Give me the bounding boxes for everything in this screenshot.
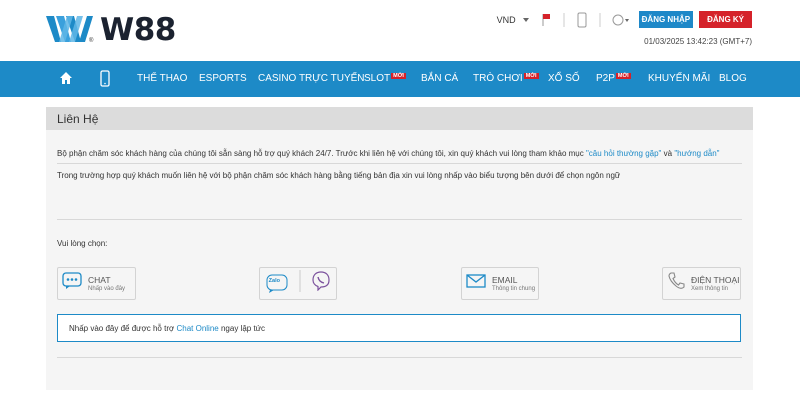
faq-link[interactable]: "câu hỏi thường gặp" bbox=[586, 149, 661, 158]
phone-option-title: ĐIỆN THOẠI bbox=[691, 275, 740, 285]
mobile-icon[interactable] bbox=[575, 12, 589, 28]
page-title: Liên Hệ bbox=[46, 107, 753, 130]
chat-prompt-text: Nhấp vào đây để được hỗ trợ bbox=[69, 323, 175, 333]
nav-item-label: TRÒ CHƠI bbox=[473, 73, 523, 84]
divider-icon bbox=[593, 12, 607, 28]
divider-icon bbox=[299, 270, 301, 297]
currency-value: VND bbox=[496, 14, 516, 25]
chat-option[interactable]: CHAT Nhấp vào đây bbox=[57, 267, 136, 300]
new-badge: MỚI bbox=[615, 73, 631, 79]
server-datetime: 01/03/2025 13:42:23 (GMT+7) bbox=[644, 37, 752, 46]
chat-option-title: CHAT bbox=[88, 275, 111, 285]
envelope-icon bbox=[466, 273, 486, 294]
chat-option-sub: Nhấp vào đây bbox=[88, 286, 126, 292]
choose-label: Vui lòng chọn: bbox=[57, 239, 108, 248]
nav-item-fishing[interactable]: BẮN CÁ bbox=[421, 73, 458, 84]
zalo-viber-option[interactable]: Zalo bbox=[259, 267, 337, 300]
email-option-sub: Thông tin chung bbox=[492, 286, 536, 292]
nav-item-slot[interactable]: SLOT MỚI bbox=[364, 73, 406, 84]
chat-online-link[interactable]: Chat Online bbox=[176, 324, 218, 333]
login-button[interactable]: ĐĂNG NHẬP bbox=[638, 11, 694, 28]
chat-bubble-icon bbox=[62, 272, 82, 295]
intro-text-part: Bộ phận chăm sóc khách hàng của chúng tô… bbox=[57, 149, 586, 158]
email-option-title: EMAIL bbox=[492, 275, 518, 285]
divider-icon bbox=[557, 12, 571, 28]
chat-prompt-text-end: ngay lập tức bbox=[220, 323, 266, 333]
logo[interactable]: ® W88 bbox=[46, 12, 176, 48]
register-button[interactable]: ĐĂNG KÝ bbox=[699, 11, 752, 28]
chevron-down-icon bbox=[522, 17, 529, 22]
chat-online-prompt[interactable]: Nhấp vào đây để được hỗ trợ Chat Online … bbox=[57, 314, 741, 342]
new-badge: MỚI bbox=[523, 73, 539, 79]
language-flag-icon[interactable] bbox=[539, 12, 553, 28]
phone-option[interactable]: ĐIỆN THOẠI Xem thông tin bbox=[662, 267, 741, 300]
currency-select[interactable]: VND bbox=[497, 15, 529, 25]
phone-option-sub: Xem thông tin bbox=[691, 286, 729, 292]
main-nav: THỂ THAO ESPORTS CASINO TRỰC TUYẾN SLOT M… bbox=[0, 61, 800, 97]
language-globe-icon[interactable] bbox=[611, 12, 631, 28]
divider bbox=[57, 357, 742, 358]
intro-text: Bộ phận chăm sóc khách hàng của chúng tô… bbox=[46, 149, 720, 158]
nav-item-label: P2P bbox=[596, 73, 615, 84]
nav-item-casino[interactable]: CASINO TRỰC TUYẾN bbox=[258, 73, 365, 84]
phone-icon bbox=[667, 271, 685, 296]
nav-item-p2p[interactable]: P2P MỚI bbox=[596, 73, 631, 84]
contact-panel: Liên Hệ Bộ phận chăm sóc khách hàng của … bbox=[46, 107, 753, 390]
site-header: ® W88 VND ĐĂNG NHẬP ĐĂNG KÝ 01/03/2025 1… bbox=[0, 0, 800, 61]
divider bbox=[57, 219, 742, 220]
w88-logo-icon: ® bbox=[46, 12, 94, 48]
home-icon[interactable] bbox=[59, 71, 73, 90]
nav-item-label: SLOT bbox=[364, 73, 391, 84]
mobile-app-icon[interactable] bbox=[100, 70, 110, 92]
intro-text-and: và bbox=[661, 149, 675, 158]
brand-name: W88 bbox=[100, 12, 176, 48]
viber-icon[interactable] bbox=[312, 271, 330, 296]
native-language-text: Trong trường hợp quý khách muốn liên hệ … bbox=[57, 171, 621, 180]
nav-item-games[interactable]: TRÒ CHƠI MỚI bbox=[473, 73, 539, 84]
zalo-icon[interactable]: Zalo bbox=[266, 274, 288, 294]
email-option[interactable]: EMAIL Thông tin chung bbox=[461, 267, 539, 300]
divider bbox=[57, 163, 742, 164]
zalo-label: Zalo bbox=[268, 277, 280, 284]
registered-mark: ® bbox=[89, 38, 94, 44]
nav-item-sports[interactable]: THỂ THAO bbox=[137, 73, 187, 84]
page-title-text: Liên Hệ bbox=[57, 111, 99, 126]
nav-item-blog[interactable]: BLOG bbox=[719, 73, 747, 84]
nav-item-lottery[interactable]: XỔ SỐ bbox=[548, 73, 580, 84]
guide-link[interactable]: "hướng dẫn" bbox=[674, 149, 719, 158]
nav-item-esports[interactable]: ESPORTS bbox=[199, 73, 247, 84]
nav-item-promotions[interactable]: KHUYẾN MÃI bbox=[648, 73, 710, 84]
account-toolbar: VND ĐĂNG NHẬP ĐĂNG KÝ bbox=[497, 11, 752, 28]
new-badge: MỚI bbox=[391, 73, 406, 79]
